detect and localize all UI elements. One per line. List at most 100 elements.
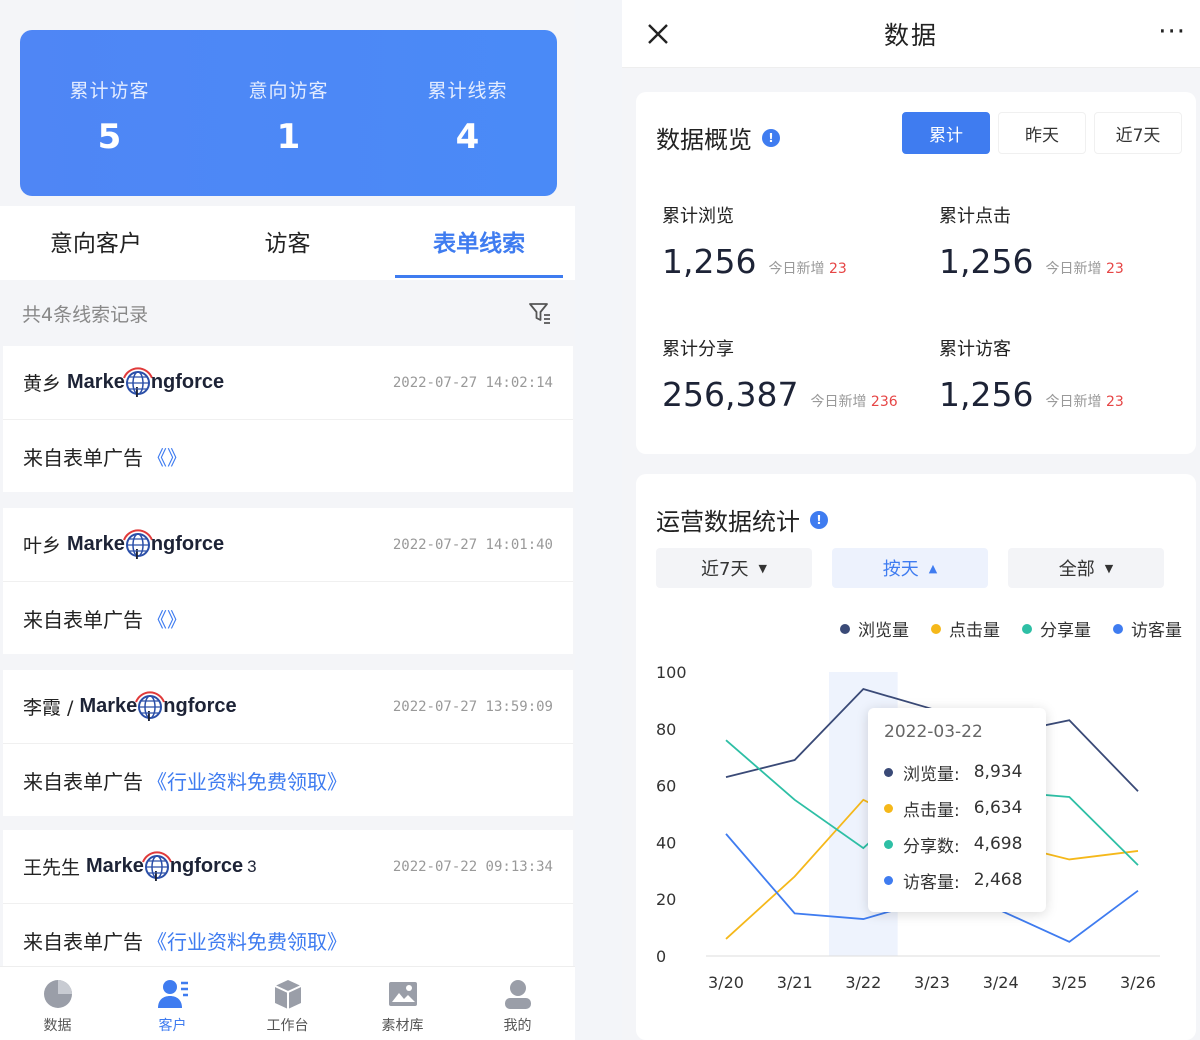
metric-total-views: 累计浏览 1,256 今日新增 23 <box>662 202 912 281</box>
lead-name-suffix: 3 <box>247 856 257 876</box>
metric-total-shares: 累计分享 256,387 今日新增 236 <box>662 335 932 414</box>
stat-label: 累计线索 <box>427 80 508 102</box>
info-icon[interactable]: ! <box>762 128 780 147</box>
globe-icon: i <box>122 528 153 562</box>
metric-increase: 今日新增 23 <box>1045 261 1123 277</box>
tooltip-label: 分享数: <box>903 836 960 857</box>
stat-value: 1 <box>276 117 301 157</box>
logo-text-pre: Marke <box>79 695 138 717</box>
pie-chart-icon <box>43 980 72 1008</box>
stat-total-visitors: 累计访客 5 <box>40 76 180 157</box>
metric-value: 1,256 <box>939 242 1034 281</box>
chevron-down-icon: ▼ <box>1104 561 1114 575</box>
image-icon <box>388 982 417 1006</box>
legend-label: 分享量 <box>1040 621 1091 641</box>
operations-stats-card: 运营数据统计 ! 近7天 ▼ 按天 ▲ 全部 ▼ 浏览量 点击量 分享量 访客量 0 20 40… <box>636 474 1196 1040</box>
legend-dot <box>931 623 941 634</box>
y-tick-label: 20 <box>656 890 676 909</box>
x-tick-label: 3/25 <box>1051 973 1087 992</box>
stats-title: 运营数据统计 <box>656 508 800 536</box>
logo-text-post: ngforce <box>150 533 225 555</box>
increase-label: 今日新增 <box>1045 394 1102 410</box>
nav-item-workbench[interactable]: 工作台 <box>230 967 345 1040</box>
lead-card[interactable]: 王先生 Marke i ngforce 3 2022-07-22 09:13:34 来自表单… <box>3 830 573 976</box>
nav-item-materials[interactable]: 素材库 <box>345 967 460 1040</box>
increase-label: 今日新增 <box>810 394 867 410</box>
lead-name: 叶乡 <box>23 535 62 557</box>
lead-time: 2022-07-27 14:02:14 <box>392 374 553 391</box>
logo-text-pre: Marke <box>67 533 125 555</box>
more-icon[interactable]: ··· <box>1158 19 1186 45</box>
nav-label: 素材库 <box>381 1018 424 1034</box>
lead-source-link[interactable]: 《行业资料免费领取》 <box>147 766 347 795</box>
bottom-nav: 数据 客户 工作台 素材库 我的 <box>0 966 575 1040</box>
nav-item-data[interactable]: 数据 <box>0 967 115 1040</box>
record-count-bar: 共4条线索记录 <box>0 282 575 344</box>
lead-source-link[interactable]: 《行业资料免费领取》 <box>147 926 347 955</box>
x-tick-label: 3/22 <box>845 973 881 992</box>
tab-intent-customers[interactable]: 意向客户 <box>0 206 192 280</box>
info-icon[interactable]: ! <box>810 510 828 529</box>
scope-dropdown[interactable]: 全部 ▼ <box>1008 548 1164 588</box>
period-cumulative-button[interactable]: 累计 <box>902 112 990 154</box>
record-count: 共4条线索记录 <box>22 303 149 326</box>
x-tick-label: 3/20 <box>708 973 744 992</box>
x-tick-label: 3/24 <box>983 973 1019 992</box>
dropdown-label: 全部 <box>1058 559 1095 580</box>
metric-increase: 今日新增 236 <box>810 394 897 410</box>
period-7days-button[interactable]: 近7天 <box>1094 112 1182 154</box>
lead-source-label: 来自表单广告 <box>23 769 143 794</box>
close-icon[interactable] <box>644 20 672 48</box>
stats-title-row: 运营数据统计 ! <box>656 502 828 537</box>
tooltip-value: 6,634 <box>973 798 1023 818</box>
range-dropdown[interactable]: 近7天 ▼ <box>656 548 812 588</box>
customer-tabs: 意向客户 访客 表单线索 <box>0 206 575 280</box>
lead-time: 2022-07-22 09:13:34 <box>392 858 553 875</box>
nav-item-customers[interactable]: 客户 <box>115 967 230 1040</box>
filter-icon[interactable] <box>527 300 553 326</box>
lead-card[interactable]: 黄乡 Marke i ngforce 2022-07-27 14:02:14 来自表单广告… <box>3 346 573 492</box>
dropdown-label: 近7天 <box>701 559 749 580</box>
users-icon <box>157 980 188 1008</box>
legend-item[interactable]: 浏览量 <box>840 616 909 641</box>
legend-dot <box>1113 623 1123 634</box>
legend-item[interactable]: 访客量 <box>1113 616 1182 641</box>
metric-label: 累计访客 <box>939 339 1011 360</box>
lead-source-link[interactable]: 《》 <box>147 604 187 633</box>
lead-time: 2022-07-27 14:01:40 <box>392 536 553 553</box>
legend-item[interactable]: 点击量 <box>931 616 1000 641</box>
increase-value: 23 <box>1105 394 1124 410</box>
globe-icon: i <box>141 850 172 884</box>
metric-total-visitors: 累计访客 1,256 今日新增 23 <box>939 335 1189 414</box>
stats-summary-card: 累计访客 5 意向访客 1 累计线索 4 <box>20 30 557 196</box>
metric-total-clicks: 累计点击 1,256 今日新增 23 <box>939 202 1189 281</box>
granularity-dropdown[interactable]: 按天 ▲ <box>832 548 988 588</box>
tab-form-leads[interactable]: 表单线索 <box>383 206 575 280</box>
legend-item[interactable]: 分享量 <box>1022 616 1091 641</box>
tooltip-value: 2,468 <box>973 870 1023 890</box>
increase-value: 23 <box>828 261 847 277</box>
tab-visitors[interactable]: 访客 <box>192 206 384 280</box>
tooltip-dot <box>884 839 893 849</box>
metric-value: 1,256 <box>662 242 757 281</box>
tooltip-dot <box>884 767 893 777</box>
lead-card[interactable]: 李霞 / Marke i ngforce 2022-07-27 13:59:09 来自表单… <box>3 670 573 816</box>
lead-source-link[interactable]: 《》 <box>147 442 187 471</box>
tooltip-row: 分享数: 4,698 <box>884 826 1030 862</box>
y-tick-label: 80 <box>656 720 676 739</box>
lead-time: 2022-07-27 13:59:09 <box>392 698 553 715</box>
period-yesterday-button[interactable]: 昨天 <box>998 112 1086 154</box>
overview-title: 数据概览 <box>656 126 752 154</box>
metric-increase: 今日新增 23 <box>1045 394 1123 410</box>
y-tick-label: 60 <box>656 777 676 796</box>
nav-item-profile[interactable]: 我的 <box>460 967 575 1040</box>
lead-card[interactable]: 叶乡 Marke i ngforce 2022-07-27 14:01:40 来自表单广告… <box>3 508 573 654</box>
legend-label: 浏览量 <box>858 621 909 641</box>
dropdown-label: 按天 <box>882 559 919 580</box>
lead-source: 来自表单广告 《》 <box>3 420 573 492</box>
metric-label: 累计点击 <box>939 206 1011 227</box>
page-header: 数据 ··· <box>622 0 1200 68</box>
globe-icon: i <box>135 690 166 724</box>
stat-value: 4 <box>455 117 480 157</box>
filter-dropdowns: 近7天 ▼ 按天 ▲ 全部 ▼ <box>656 548 1184 588</box>
